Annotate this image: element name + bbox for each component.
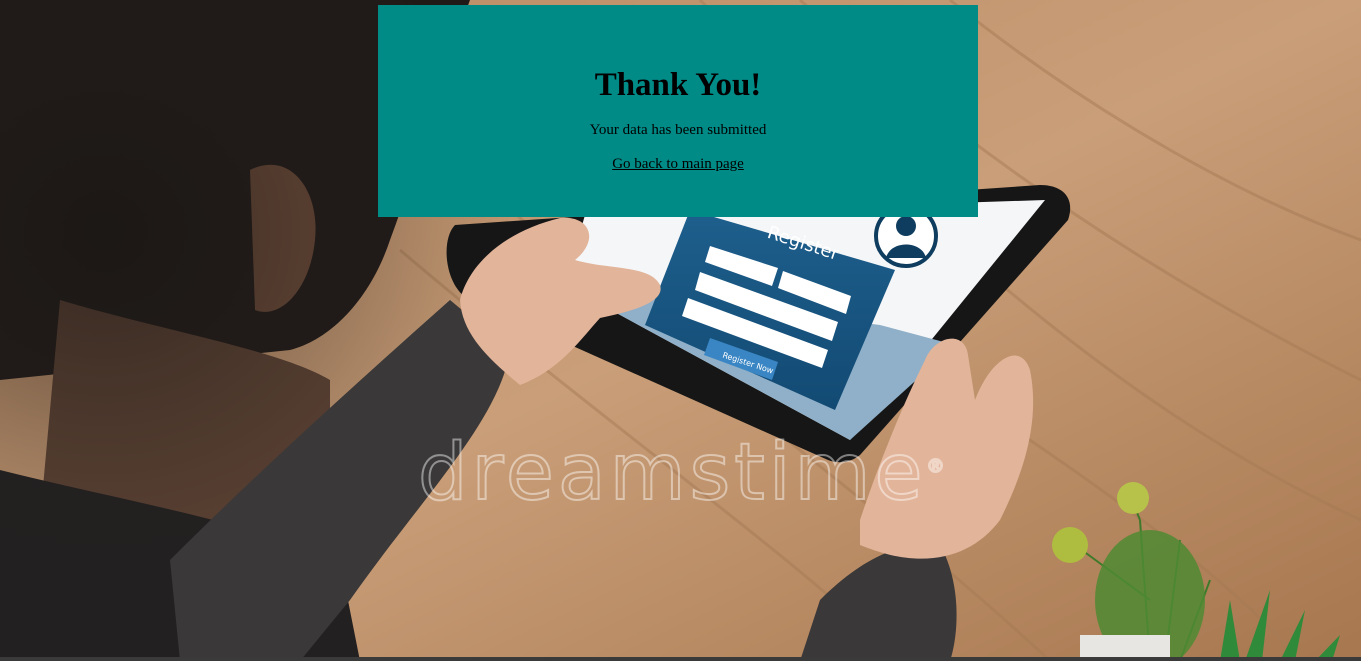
bottom-scroll-bar <box>0 657 1361 661</box>
back-to-main-link[interactable]: Go back to main page <box>612 155 744 173</box>
thank-you-heading: Thank You! <box>594 67 762 103</box>
watermark-text: dreamstime <box>417 427 927 519</box>
watermark-registered-mark: ® <box>926 455 949 478</box>
confirmation-card: Thank You! Your data has been submitted … <box>378 5 978 217</box>
page: Register Register Now dreamstime® Thank … <box>0 0 1361 661</box>
submission-message: Your data has been submitted <box>589 122 767 138</box>
watermark: dreamstime® <box>417 427 949 519</box>
